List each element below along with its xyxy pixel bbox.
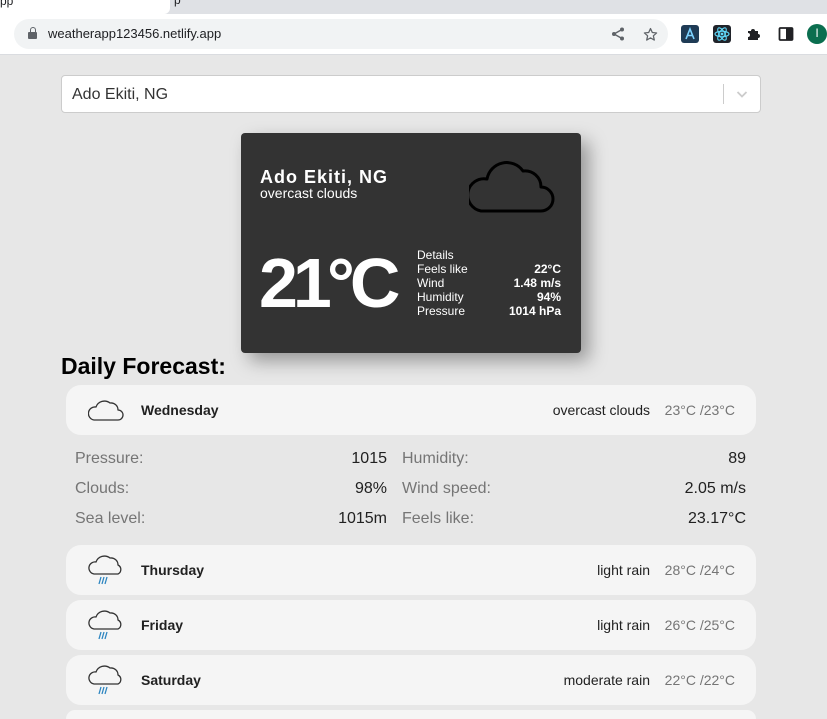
details-grid-row: Pressure: 1015 Humidity: 89 [75, 450, 746, 470]
forecast-day-saturday[interactable]: Saturday moderate rain 22°C /22°C [66, 655, 756, 705]
detail-value: 22°C [534, 262, 561, 276]
rain-icon [88, 554, 124, 586]
current-temperature: 21°C [259, 244, 400, 322]
forecast-description: moderate rain [563, 672, 650, 688]
chevron-down-icon[interactable] [732, 84, 752, 104]
side-panel-icon[interactable] [776, 24, 796, 44]
profile-avatar[interactable]: I [807, 24, 827, 44]
rain-icon [88, 664, 124, 696]
forecast-day-name: Saturday [141, 672, 201, 688]
selected-city: Ado Ekiti, NG [72, 86, 169, 103]
detail-value: 89 [728, 450, 746, 467]
detail-value: 1.48 m/s [513, 276, 561, 290]
address-bar[interactable]: weatherapp123456.netlify.app [14, 19, 668, 49]
forecast-day-name: Friday [141, 617, 184, 633]
profile-initial: I [815, 26, 819, 40]
details-grid-row: Clouds: 98% Wind speed: 2.05 m/s [75, 480, 746, 500]
forecast-min-max: 28°C /24°C [664, 562, 735, 578]
tab-title: pp [0, 0, 14, 8]
forecast-day-name: Wednesday [141, 402, 219, 418]
detail-value: 98% [354, 480, 387, 497]
current-weather-card: Ado Ekiti, NG overcast clouds 21°C Detai… [241, 133, 581, 353]
detail-row: Humidity 94% [417, 290, 561, 304]
forecast-description: light rain [597, 562, 650, 578]
detail-value: 1015m [338, 510, 387, 527]
forecast-min-max: 22°C /22°C [664, 672, 735, 688]
extensions-puzzle-icon[interactable] [744, 24, 764, 44]
forecast-description: light rain [597, 617, 650, 633]
forecast-day-friday[interactable]: Friday light rain 26°C /25°C [66, 600, 756, 650]
rain-icon [88, 609, 124, 641]
extension-a-icon[interactable] [680, 24, 700, 44]
url-text[interactable]: weatherapp123456.netlify.app [48, 26, 221, 41]
detail-row: Feels like 22°C [417, 262, 561, 276]
daily-forecast-title: Daily Forecast: [61, 353, 226, 379]
details-heading: Details [417, 248, 454, 262]
detail-label: Clouds: [75, 480, 130, 497]
details-grid-row: Sea level: 1015m Feels like: 23.17°C [75, 510, 746, 530]
detail-row: Wind 1.48 m/s [417, 276, 561, 290]
forecast-day-thursday[interactable]: Thursday light rain 28°C /24°C [66, 545, 756, 595]
detail-label: Humidity: [402, 450, 469, 467]
forecast-description: overcast clouds [552, 402, 650, 418]
detail-value: 94% [536, 290, 561, 304]
select-separator [723, 84, 724, 104]
detail-value: 1014 hPa [508, 304, 561, 318]
cloud-icon [466, 155, 555, 213]
forecast-min-max: 26°C /25°C [664, 617, 735, 633]
details-panel: Details Feels like 22°C Wind 1.48 m/s Humi… [417, 248, 561, 318]
forecast-day-wednesday[interactable]: Wednesday overcast clouds 23°C /23°C [66, 385, 756, 435]
forecast-day-partial[interactable] [66, 710, 756, 719]
forecast-day-name: Thursday [141, 562, 205, 578]
cloud-icon [87, 394, 124, 426]
detail-label: Feels like [417, 262, 468, 276]
current-description: overcast clouds [260, 185, 358, 201]
city-search-select[interactable]: Ado Ekiti, NG [61, 75, 761, 113]
detail-label: Pressure [417, 304, 466, 318]
tab-strip: pp p [0, 0, 827, 14]
bookmark-star-icon[interactable] [641, 25, 659, 43]
tab-title: p [174, 0, 181, 7]
detail-row: Pressure 1014 hPa [417, 304, 561, 318]
detail-value: 23.17°C [688, 510, 746, 527]
browser-toolbar: weatherapp123456.netlify.app I [0, 14, 827, 55]
share-icon[interactable] [609, 25, 627, 43]
tab-active[interactable]: pp [0, 0, 170, 14]
detail-label: Feels like: [402, 510, 475, 527]
detail-label: Wind speed: [402, 480, 491, 497]
react-devtools-icon[interactable] [712, 24, 732, 44]
detail-value: 2.05 m/s [684, 480, 746, 497]
forecast-min-max: 23°C /23°C [664, 402, 735, 418]
detail-label: Humidity [417, 290, 464, 304]
tab-next[interactable]: p [172, 0, 827, 14]
detail-label: Sea level: [75, 510, 146, 527]
detail-value: 1015 [351, 450, 387, 467]
detail-label: Pressure: [75, 450, 144, 467]
detail-label: Wind [417, 276, 445, 290]
lock-icon[interactable] [28, 27, 37, 39]
